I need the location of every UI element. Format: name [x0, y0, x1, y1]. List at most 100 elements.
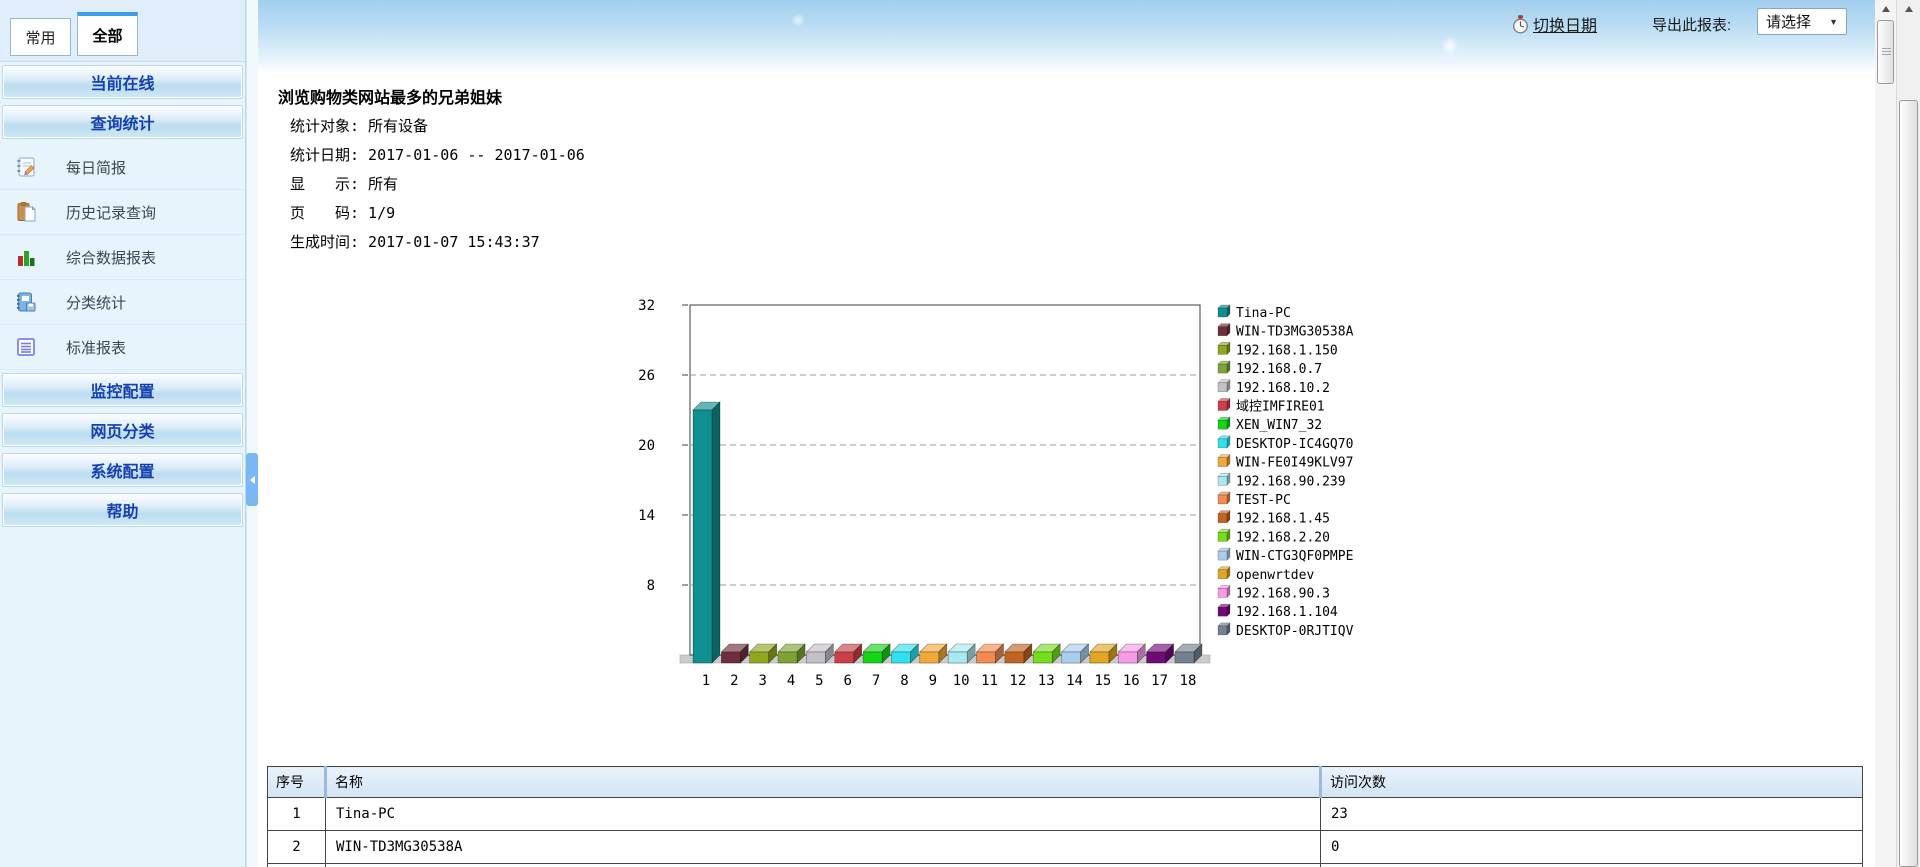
export-report-label: 导出此报表: [1652, 14, 1731, 35]
legend-item-XEN_WIN7_32: XEN_WIN7_32 [1218, 417, 1322, 433]
section-header-label: 查询统计 [90, 110, 154, 134]
content-panel: 切换日期 导出此报表: 请选择 ▼ 浏览购物类网站最多的兄弟姐妹 统计对象: 所… [258, 0, 1875, 867]
legend-item-192.168.90.239: 192.168.90.239 [1218, 473, 1346, 489]
daily-report-icon [14, 155, 38, 179]
tab-all-label: 全部 [92, 25, 122, 46]
report-title: 浏览购物类网站最多的兄弟姐妹 [278, 84, 502, 108]
svg-text:3: 3 [758, 673, 766, 689]
sidebar-item-label: 每日简报 [66, 157, 126, 178]
section-header-label: 帮助 [106, 498, 138, 522]
chevron-down-icon: ▼ [1829, 17, 1838, 27]
svg-text:8: 8 [647, 578, 655, 594]
history-query-icon [14, 200, 38, 224]
svg-text:18: 18 [1180, 673, 1197, 689]
svg-text:2: 2 [730, 673, 738, 689]
scroll-up-icon [1905, 6, 1913, 12]
visits-bar-chart: 814202632123456789101112131415161718Tina… [630, 295, 1370, 695]
sidebar-section-当前在线[interactable]: 当前在线 [2, 65, 243, 99]
svg-text:26: 26 [638, 368, 655, 384]
svg-text:192.168.0.7: 192.168.0.7 [1236, 362, 1322, 377]
svg-text:15: 15 [1094, 673, 1111, 689]
table-row [268, 864, 1863, 867]
report-meta-line: 统计对象: 所有设备 [290, 112, 585, 141]
legend-item-域控IMFIRE01: 域控IMFIRE01 [1218, 399, 1325, 415]
svg-text:14: 14 [1066, 673, 1083, 689]
svg-text:192.168.90.3: 192.168.90.3 [1236, 587, 1330, 602]
section-header-label: 当前在线 [90, 70, 154, 94]
sidebar-item-历史记录查询[interactable]: 历史记录查询 [0, 190, 245, 235]
svg-text:10: 10 [953, 673, 970, 689]
inner-scrollbar-up-button[interactable] [1875, 0, 1896, 18]
section-header-label: 监控配置 [90, 378, 154, 402]
switch-date-link[interactable]: 切换日期 [1533, 12, 1597, 36]
sidebar-item-分类统计[interactable]: 分类统计 [0, 280, 245, 325]
section-header-label: 系统配置 [90, 458, 154, 482]
legend-item-WIN-CTG3QF0PMPE: WIN-CTG3QF0PMPE [1218, 548, 1353, 564]
cell-visits: 0 [1321, 831, 1863, 864]
col-header-visits: 访问次数 [1321, 767, 1863, 798]
svg-text:192.168.1.45: 192.168.1.45 [1236, 512, 1330, 527]
svg-text:12: 12 [1009, 673, 1026, 689]
sidebar-item-label: 历史记录查询 [66, 202, 156, 223]
tab-all[interactable]: 全部 [77, 12, 138, 56]
section-header-label: 网页分类 [90, 418, 154, 442]
outer-scrollbar-up-button[interactable] [1897, 0, 1920, 18]
svg-text:域控IMFIRE01: 域控IMFIRE01 [1236, 400, 1325, 415]
svg-text:16: 16 [1123, 673, 1140, 689]
sidebar-item-label: 综合数据报表 [66, 247, 156, 268]
legend-item-WIN-FE0I49KLV97: WIN-FE0I49KLV97 [1218, 455, 1353, 471]
sidebar-section-网页分类[interactable]: 网页分类 [2, 413, 243, 447]
sidebar-section-查询统计[interactable]: 查询统计 [2, 105, 243, 139]
export-select-value: 请选择 [1766, 11, 1811, 32]
inner-scrollbar[interactable] [1875, 0, 1896, 867]
sidebar-item-每日简报[interactable]: 每日简报 [0, 145, 245, 190]
svg-text:WIN-TD3MG30538A: WIN-TD3MG30538A [1236, 325, 1354, 340]
svg-text:5: 5 [815, 673, 823, 689]
report-meta-line: 统计日期: 2017-01-06 -- 2017-01-06 [290, 141, 585, 170]
svg-text:openwrtdev: openwrtdev [1236, 568, 1314, 583]
col-header-index: 序号 [268, 767, 326, 798]
sidebar-section-帮助[interactable]: 帮助 [2, 493, 243, 527]
legend-item-192.168.0.7: 192.168.0.7 [1218, 361, 1322, 377]
sidebar-item-标准报表[interactable]: 标准报表 [0, 325, 245, 370]
svg-text:192.168.2.20: 192.168.2.20 [1236, 530, 1330, 545]
svg-text:7: 7 [872, 673, 880, 689]
cell-index: 1 [268, 798, 326, 831]
switch-date-group: 切换日期 [1512, 12, 1597, 36]
svg-text:14: 14 [638, 508, 655, 524]
tab-common[interactable]: 常用 [10, 18, 71, 56]
cell-name: Tina-PC [326, 798, 1321, 831]
legend-item-openwrtdev: openwrtdev [1218, 567, 1314, 583]
sidebar-section-监控配置[interactable]: 监控配置 [2, 373, 243, 407]
export-select[interactable]: 请选择 ▼ [1757, 8, 1847, 35]
scrollbar-grip-icon [1882, 48, 1891, 56]
svg-text:192.168.90.239: 192.168.90.239 [1236, 474, 1346, 489]
svg-text:192.168.1.104: 192.168.1.104 [1236, 605, 1338, 620]
inner-scrollbar-thumb[interactable] [1877, 20, 1894, 84]
sidebar-menu: 当前在线查询统计每日简报历史记录查询综合数据报表分类统计标准报表监控配置网页分类… [0, 65, 245, 527]
cell-index [268, 864, 326, 867]
outer-scrollbar-thumb[interactable] [1899, 100, 1918, 867]
tab-common-label: 常用 [25, 27, 55, 48]
sidebar-section-系统配置[interactable]: 系统配置 [2, 453, 243, 487]
svg-text:WIN-CTG3QF0PMPE: WIN-CTG3QF0PMPE [1236, 549, 1353, 564]
outer-scrollbar[interactable] [1896, 0, 1920, 867]
sidebar: 常用 全部 当前在线查询统计每日简报历史记录查询综合数据报表分类统计标准报表监控… [0, 0, 246, 867]
sidebar-collapse-handle[interactable] [246, 453, 258, 506]
sidebar-item-综合数据报表[interactable]: 综合数据报表 [0, 235, 245, 280]
svg-text:TEST-PC: TEST-PC [1236, 493, 1291, 508]
svg-text:17: 17 [1151, 673, 1168, 689]
svg-text:1: 1 [702, 673, 710, 689]
report-meta-line: 页 码: 1/9 [290, 199, 585, 228]
svg-text:13: 13 [1038, 673, 1055, 689]
legend-item-DESKTOP-0RJTIQV: DESKTOP-0RJTIQV [1218, 623, 1354, 639]
svg-text:32: 32 [638, 298, 655, 314]
legend-item-192.168.10.2: 192.168.10.2 [1218, 380, 1330, 396]
legend-item-Tina-PC: Tina-PC [1218, 305, 1291, 321]
svg-text:XEN_WIN7_32: XEN_WIN7_32 [1236, 418, 1322, 433]
collapse-left-icon [250, 476, 255, 484]
top-banner: 切换日期 导出此报表: 请选择 ▼ [258, 0, 1875, 73]
report-meta-line: 生成时间: 2017-01-07 15:43:37 [290, 228, 585, 257]
legend-item-192.168.1.45: 192.168.1.45 [1218, 511, 1330, 527]
col-header-name: 名称 [326, 767, 1321, 798]
